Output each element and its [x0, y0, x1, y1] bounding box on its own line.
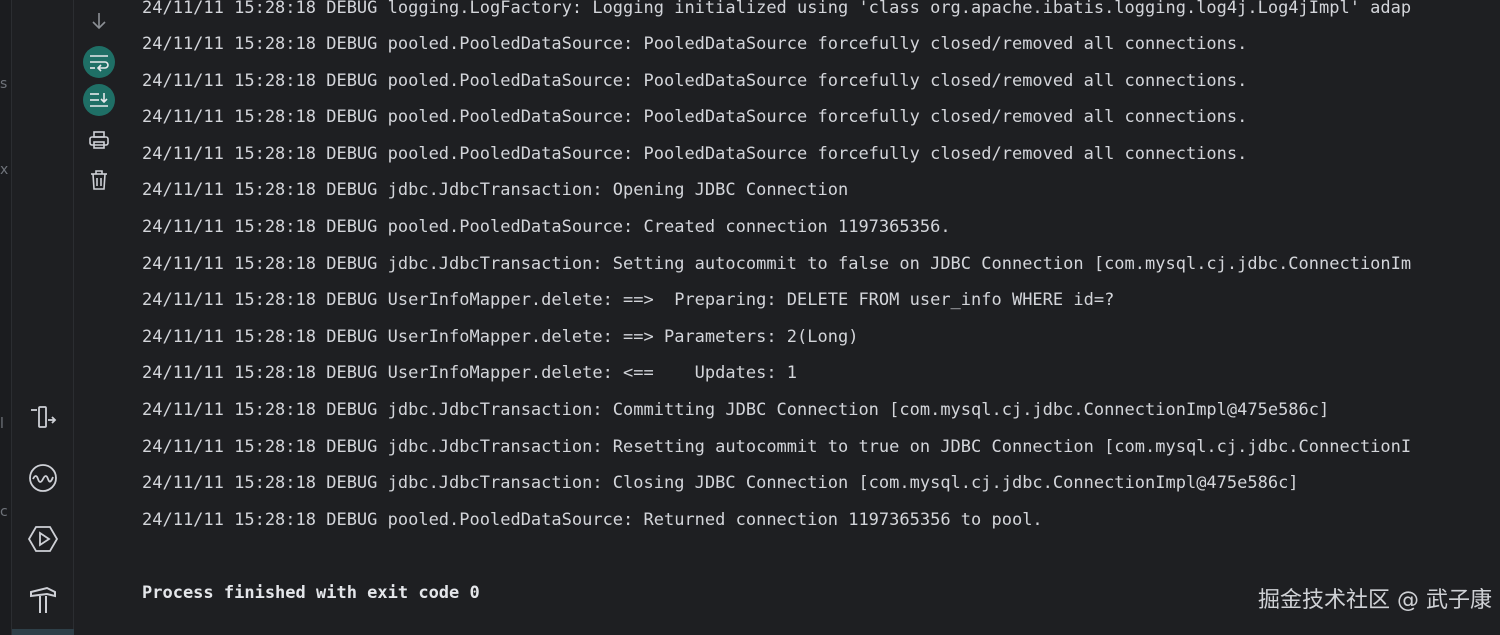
watermark: 掘金技术社区 @ 武子康: [1258, 588, 1492, 613]
log-line: 24/11/11 15:28:18 DEBUG pooled.PooledDat…: [142, 144, 1248, 164]
side-panel-label-fragment: x: [0, 162, 9, 178]
log-line: 24/11/11 15:28:18 DEBUG pooled.PooledDat…: [142, 510, 1043, 530]
exit-code-message: Process finished with exit code 0: [142, 583, 480, 603]
profiler-icon[interactable]: [26, 461, 60, 495]
log-line: 24/11/11 15:28:18 DEBUG jdbc.JdbcTransac…: [142, 180, 849, 200]
log-line: 24/11/11 15:28:18 DEBUG jdbc.JdbcTransac…: [142, 437, 1412, 457]
log-line: 24/11/11 15:28:18 DEBUG pooled.PooledDat…: [142, 217, 951, 237]
console-toolbar: [75, 0, 123, 635]
scroll-to-end-icon[interactable]: [83, 84, 115, 116]
log-line: 24/11/11 15:28:18 DEBUG UserInfoMapper.d…: [142, 363, 798, 383]
side-panel-edge: s x l c: [0, 0, 12, 635]
log-line: 24/11/11 15:28:18 DEBUG UserInfoMapper.d…: [142, 290, 1115, 310]
tool-window-strip: [12, 0, 74, 635]
log-line: 24/11/11 15:28:18 DEBUG UserInfoMapper.d…: [142, 327, 859, 347]
log-line: 24/11/11 15:28:18 DEBUG jdbc.JdbcTransac…: [142, 400, 1330, 420]
side-panel-label-fragment: s: [0, 76, 8, 92]
trash-icon[interactable]: [83, 164, 115, 196]
services-icon[interactable]: [26, 522, 60, 556]
log-line: 24/11/11 15:28:18 DEBUG jdbc.JdbcTransac…: [142, 254, 1412, 274]
active-tool-indicator: [12, 629, 74, 635]
console-output[interactable]: 24/11/11 15:28:18 DEBUG logging.LogFacto…: [123, 0, 1500, 635]
soft-wrap-icon[interactable]: [83, 46, 115, 78]
log-line: 24/11/11 15:28:18 DEBUG pooled.PooledDat…: [142, 71, 1248, 91]
log-line: 24/11/11 15:28:18 DEBUG pooled.PooledDat…: [142, 107, 1248, 127]
run-exit-icon[interactable]: [26, 400, 60, 434]
log-line: 24/11/11 15:28:18 DEBUG jdbc.JdbcTransac…: [142, 473, 1299, 493]
side-panel-label-fragment: c: [0, 504, 8, 520]
scroll-down-icon[interactable]: [83, 5, 115, 37]
build-icon[interactable]: [26, 583, 60, 617]
ide-window: s x l c 24/11/11 15:28:18 DEBUG logging.…: [0, 0, 1500, 635]
print-icon[interactable]: [83, 124, 115, 156]
side-panel-label-fragment: l: [0, 416, 4, 432]
log-line: 24/11/11 15:28:18 DEBUG logging.LogFacto…: [142, 0, 1412, 18]
log-line: 24/11/11 15:28:18 DEBUG pooled.PooledDat…: [142, 34, 1248, 54]
